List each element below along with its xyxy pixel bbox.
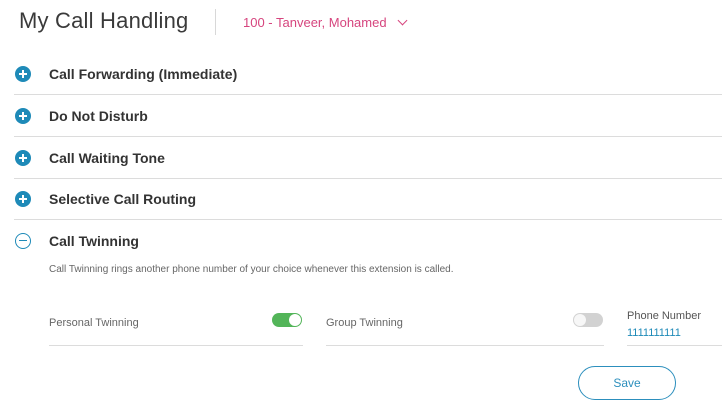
- toggle-knob: [574, 314, 586, 326]
- page-title: My Call Handling: [19, 8, 189, 33]
- personal-twinning-toggle[interactable]: [272, 313, 302, 327]
- personal-twinning-field: Personal Twinning: [49, 305, 303, 346]
- chevron-down-icon: [397, 15, 408, 26]
- group-twinning-label: Group Twinning: [326, 317, 403, 329]
- section-selective-call-routing[interactable]: Selective Call Routing: [14, 178, 722, 220]
- collapse-minus-icon[interactable]: [15, 233, 31, 249]
- phone-number-input[interactable]: [627, 327, 717, 339]
- call-twinning-description: Call Twinning rings another phone number…: [49, 264, 454, 275]
- extension-selector[interactable]: 100 - Tanveer, Mohamed: [243, 15, 408, 30]
- header-divider: [215, 9, 216, 35]
- section-call-twinning[interactable]: Call Twinning: [14, 226, 722, 256]
- section-do-not-disturb[interactable]: Do Not Disturb: [14, 95, 722, 137]
- section-label: Call Waiting Tone: [49, 149, 165, 166]
- section-call-forwarding[interactable]: Call Forwarding (Immediate): [14, 53, 722, 95]
- group-twinning-field: Group Twinning: [326, 305, 604, 346]
- group-twinning-toggle[interactable]: [573, 313, 603, 327]
- phone-number-label: Phone Number: [627, 310, 701, 322]
- page-header: My Call Handling 100 - Tanveer, Mohamed: [0, 0, 722, 48]
- save-button[interactable]: Save: [578, 366, 676, 400]
- personal-twinning-label: Personal Twinning: [49, 317, 139, 329]
- expand-plus-icon[interactable]: [15, 190, 31, 207]
- section-label: Call Forwarding (Immediate): [49, 65, 238, 82]
- section-label: Do Not Disturb: [49, 107, 148, 124]
- extension-selector-value: 100 - Tanveer, Mohamed: [243, 15, 387, 30]
- phone-number-field: Phone Number: [627, 305, 722, 346]
- section-call-waiting-tone[interactable]: Call Waiting Tone: [14, 137, 722, 179]
- expand-plus-icon[interactable]: [15, 107, 31, 124]
- section-label: Selective Call Routing: [49, 190, 197, 207]
- expand-plus-icon[interactable]: [15, 149, 31, 166]
- section-label: Call Twinning: [49, 233, 139, 249]
- toggle-knob: [289, 314, 301, 326]
- expand-plus-icon[interactable]: [15, 65, 31, 82]
